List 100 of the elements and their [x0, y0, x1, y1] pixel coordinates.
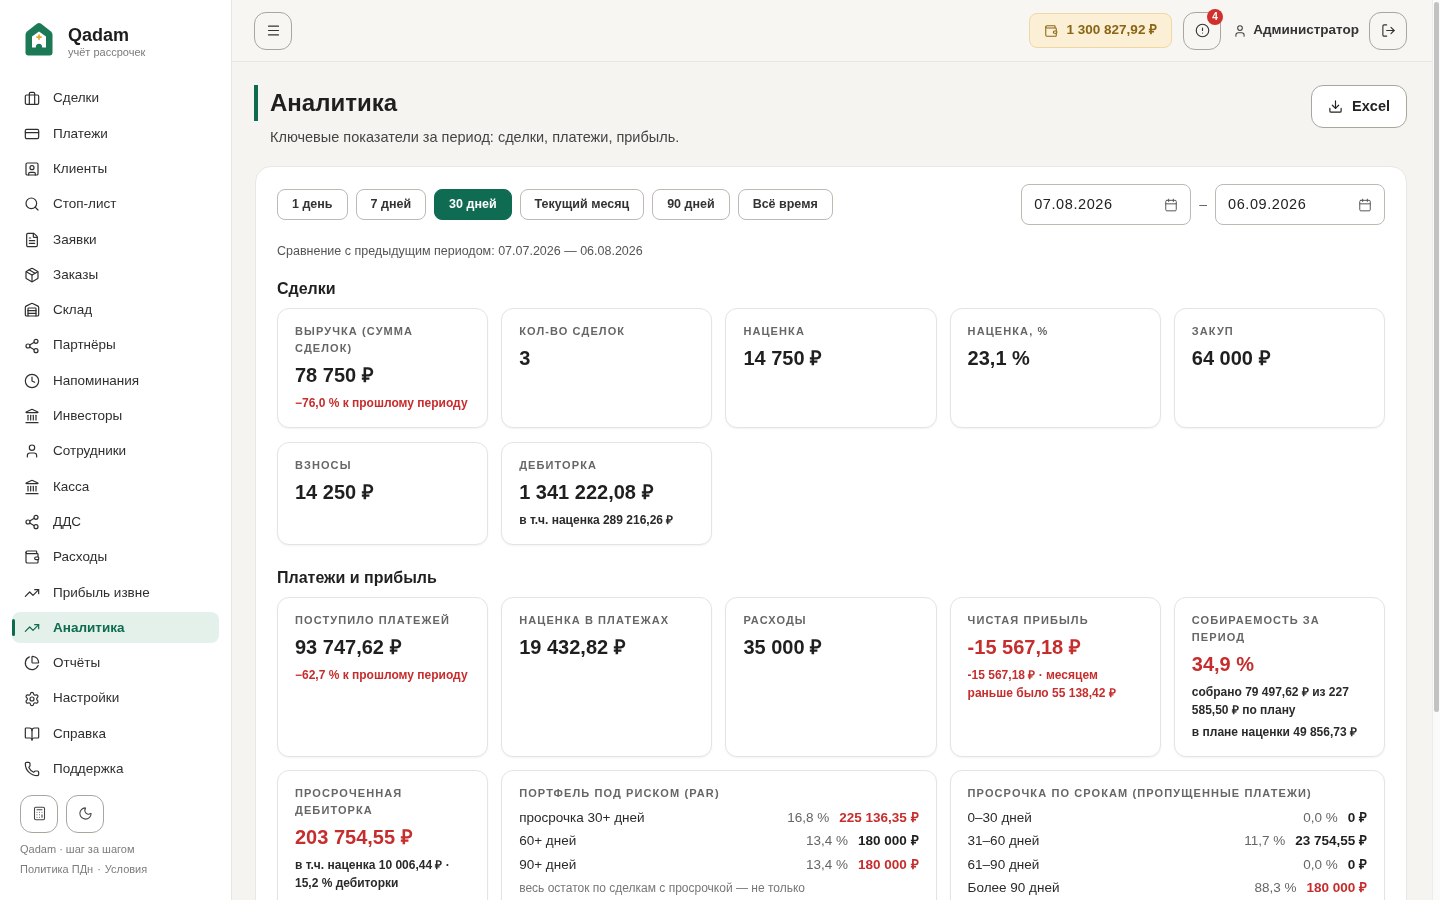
nav-item[interactable]: Платежи [12, 118, 219, 150]
nav-item[interactable]: Поддержка [12, 753, 219, 785]
stat-label: НАЦЕНКА В ПЛАТЕЖАХ [519, 612, 671, 628]
page-title: Аналитика [254, 85, 680, 121]
phone-icon [24, 761, 40, 778]
stat-label: ЧИСТАЯ ПРИБЫЛЬ [967, 612, 1090, 628]
stat-label: ВЫРУЧКА (СУММА СДЕЛОК) [295, 324, 415, 356]
stat-label: НАЦЕНКА [743, 324, 806, 339]
comparison-text: Сравнение с предыдущим периодом: 07.07.2026 — 06.08.2026 [277, 243, 644, 260]
stat-value: 23,1 % [967, 346, 1031, 371]
nav-item[interactable]: Клиенты [12, 153, 219, 185]
nav-item[interactable]: Заказы [12, 259, 219, 291]
pie-chart-icon [24, 655, 40, 672]
row-amount: 180 000 ₽ [858, 855, 919, 874]
period-button[interactable]: 1 день [277, 189, 348, 220]
brand-tagline: учёт рассрочек [68, 45, 146, 59]
contact-card-icon [24, 161, 40, 178]
stat-note: в т.ч. наценка 10 006,44 ₽ · 15,2 % дебиторки [295, 857, 451, 892]
nav-item[interactable]: Аналитика [12, 612, 219, 644]
nav-item[interactable]: Стоп-лист [12, 188, 219, 220]
period-button[interactable]: 30 дней [434, 189, 512, 220]
date-field[interactable]: 07.08.2026 [1021, 184, 1192, 225]
nav-item[interactable]: Отчёты [12, 647, 219, 679]
balance-amount: 1 300 827,92 ₽ [1066, 21, 1158, 40]
stat-value: 14 750 ₽ [743, 346, 824, 371]
nav-item[interactable]: Сделки [12, 83, 219, 114]
notification-badge: 4 [1207, 8, 1224, 25]
period-button[interactable]: Текущий месяц [519, 189, 645, 220]
stat-label: НАЦЕНКА, % [967, 324, 1050, 339]
house-logo-icon [25, 22, 53, 56]
search-icon [24, 196, 40, 213]
row-share: 11,7 % [1244, 832, 1286, 851]
nav-item[interactable]: Настройки [12, 683, 219, 715]
nav-item[interactable]: Расходы [12, 541, 219, 573]
row-share: 13,4 % [806, 832, 849, 851]
stat-label: ПРОСРОЧЕННАЯ ДЕБИТОРКА [295, 786, 404, 818]
stat-value: 14 250 ₽ [295, 479, 375, 505]
footer-link[interactable]: Политика ПДн [20, 861, 94, 876]
row-label: просрочка 30+ дней [519, 808, 646, 827]
nav-item[interactable]: Справка [12, 718, 219, 750]
nav-item[interactable]: Напоминания [12, 365, 219, 397]
row-share: 0,0 % [1303, 808, 1338, 827]
row-amount: 180 000 ₽ [858, 832, 919, 851]
person-icon [24, 443, 40, 460]
stat-note: в плане наценки 49 856,73 ₽ [1191, 723, 1358, 741]
brand-name: Qadam [68, 25, 131, 45]
menu-icon [265, 23, 281, 38]
stat-value: -15 567,18 ₽ [967, 634, 1082, 660]
page-subtitle: Ключевые показатели за период: сделки, платежи, прибыль. [270, 128, 680, 147]
scrollbar-thumb[interactable] [1434, 2, 1439, 712]
theme-toggle-button[interactable] [66, 794, 104, 833]
row-amount: 225 136,35 ₽ [839, 808, 919, 827]
period-button[interactable]: 90 дней [652, 189, 730, 220]
calendar-icon [1358, 197, 1372, 212]
row-amount: 180 000 ₽ [1306, 879, 1367, 898]
stat-label: ВЗНОСЫ [295, 457, 353, 473]
nav-item[interactable]: Касса [12, 471, 219, 503]
stat-value: 19 432,82 ₽ [519, 634, 627, 660]
nav-item[interactable]: Заявки [12, 224, 219, 256]
footer-link[interactable]: Условия [104, 861, 148, 876]
stat-value: 35 000 ₽ [743, 634, 824, 660]
warehouse-icon [24, 302, 40, 319]
footer-tagline: Qadam · шаг за шагом [20, 841, 136, 856]
row-share: 88,3 % [1254, 879, 1297, 898]
nav-item[interactable]: Прибыль извне [12, 577, 219, 609]
stat-value: 3 [519, 346, 532, 371]
stat-label: КОЛ-ВО СДЕЛОК [519, 324, 627, 339]
user-name: Администратор [1253, 21, 1359, 40]
clock-icon [24, 372, 40, 389]
period-button[interactable]: Всё время [737, 189, 833, 220]
stat-note: -15 567,18 ₽ · месяцем раньше было 55 138,42 ₽ [967, 666, 1117, 702]
wallet-icon [1043, 23, 1058, 38]
settings-icon [24, 690, 40, 707]
nav-item[interactable]: Инвесторы [12, 400, 219, 432]
section-heading: Сделки [277, 279, 337, 299]
nav-item[interactable]: Склад [12, 294, 219, 326]
stat-note: −62,7 % к прошлому периоду [295, 666, 469, 684]
share-icon [24, 337, 40, 354]
stat-value: 34,9 % [1191, 651, 1256, 677]
stat-value: 93 747,62 ₽ [295, 634, 403, 660]
alerts-button[interactable]: 4 [1183, 11, 1222, 50]
row-label: 31–60 дней [967, 832, 1041, 851]
user-icon [1233, 23, 1248, 38]
logout-icon [1380, 23, 1396, 38]
date-field[interactable]: 06.09.2026 [1215, 184, 1385, 225]
stat-label: ПРОСРОЧКА ПО СРОКАМ (ПРОПУЩЕННЫЕ ПЛАТЕЖИ) [967, 786, 1313, 801]
excel-export-button[interactable]: Excel [1311, 85, 1407, 128]
row-label: Более 90 дней [967, 879, 1061, 898]
logout-button[interactable] [1369, 11, 1407, 50]
nav-item[interactable]: ДДС [12, 506, 219, 538]
nav-item[interactable]: Сотрудники [12, 435, 219, 467]
stat-value: 78 750 ₽ [295, 363, 375, 388]
stat-label: ПОРТФЕЛЬ ПОД РИСКОМ (PAR) [519, 786, 721, 801]
document-icon [24, 231, 40, 248]
period-button[interactable]: 7 дней [355, 189, 427, 220]
calculator-button[interactable] [20, 794, 58, 833]
bank-icon [24, 478, 40, 495]
row-label: 60+ дней [519, 832, 578, 851]
nav-item[interactable]: Партнёры [12, 330, 219, 362]
menu-button[interactable] [254, 11, 292, 50]
